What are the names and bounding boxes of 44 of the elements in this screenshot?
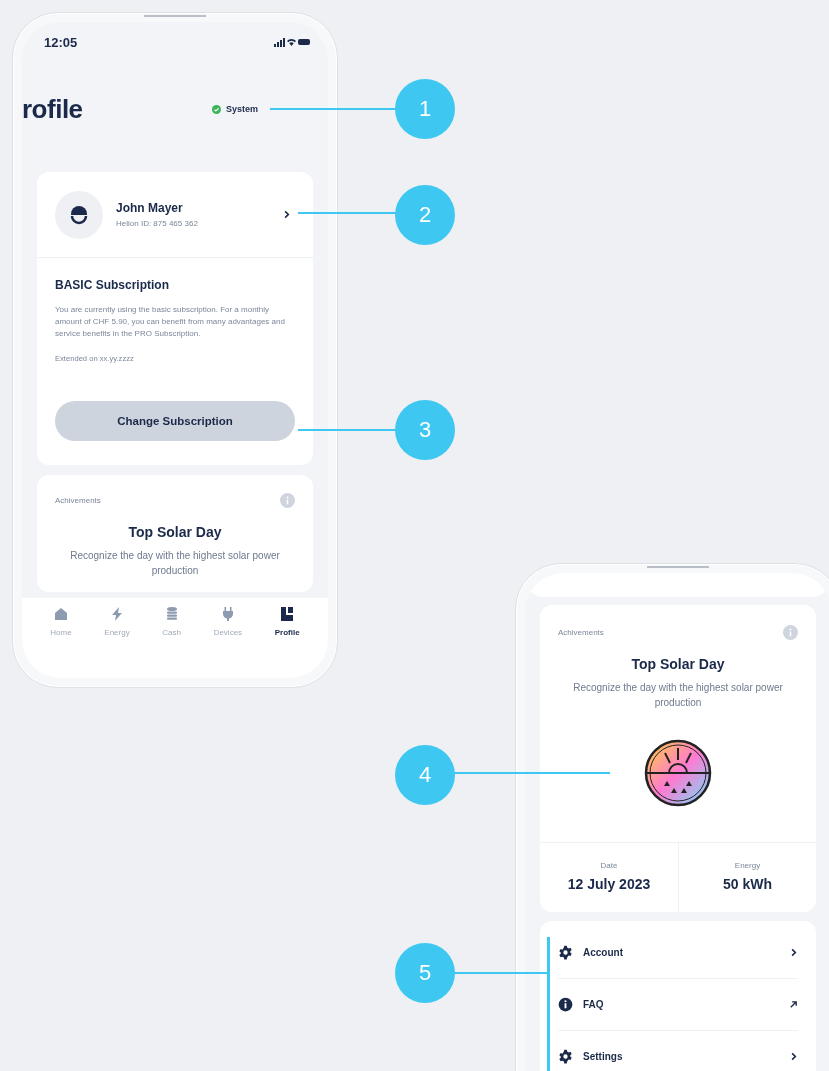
- menu-label: Settings: [583, 1051, 624, 1062]
- stat-label: Energy: [734, 861, 761, 870]
- stat-value: 12 July 2023: [567, 876, 651, 892]
- subscription-description: You are currently using the basic subscription. For a monthly amount of CHF 5.90, you can benefit from many advantages and service benefits in the PRO Subscription.: [55, 304, 286, 340]
- menu-label: FAQ: [583, 999, 605, 1010]
- achievement-description: Recognize the day with the highest solar power production: [572, 681, 784, 710]
- info-icon[interactable]: [280, 493, 295, 508]
- stat-value: 50 kWh: [723, 876, 772, 892]
- subscription-title: BASIC Subscription: [55, 278, 170, 292]
- achievement-title: Top Solar Day: [128, 524, 222, 540]
- callout-marker: 3: [395, 400, 455, 460]
- chevron-right-icon: [789, 948, 798, 957]
- profile-icon: [279, 606, 296, 622]
- user-name: John Mayer: [116, 201, 184, 215]
- user-silhouette-icon: [68, 203, 90, 226]
- menu-label: Account: [583, 947, 624, 958]
- status-icons: [274, 37, 310, 47]
- menu-item[interactable]: Account: [558, 927, 798, 979]
- menu-item[interactable]: Settings: [558, 1031, 798, 1071]
- gear-icon: [558, 1049, 573, 1064]
- callout-marker: 2: [395, 185, 455, 245]
- system-status: System: [225, 104, 258, 114]
- helion-id: Helion ID: 875 465 362: [116, 219, 199, 228]
- chevron-right-icon: [282, 210, 291, 219]
- achievement-description: Recognize the day with the highest solar power production: [69, 549, 281, 578]
- sun-badge-drawing: [643, 738, 713, 808]
- change-subscription-button[interactable]: Change Subscription: [55, 401, 295, 441]
- gear-icon: [558, 945, 573, 960]
- stat-label: Date: [600, 861, 618, 870]
- tab[interactable]: Profile: [274, 606, 300, 637]
- page-title: rofile: [22, 93, 83, 125]
- external-arrow-icon: [789, 1000, 798, 1009]
- callout-marker: 4: [395, 745, 455, 805]
- home-icon: [53, 606, 69, 622]
- info-icon[interactable]: [783, 625, 798, 640]
- status-time: 12:05: [44, 34, 78, 50]
- info-icon: [558, 997, 573, 1012]
- achievement-title: Top Solar Day: [631, 656, 725, 672]
- achievements-label: Achivements: [558, 628, 604, 637]
- callout-marker: 5: [395, 943, 455, 1003]
- callout-marker: 1: [395, 79, 455, 139]
- menu-item[interactable]: FAQ: [558, 979, 798, 1031]
- achievements-label: Achivements: [55, 496, 101, 505]
- chevron-right-icon: [789, 1052, 798, 1061]
